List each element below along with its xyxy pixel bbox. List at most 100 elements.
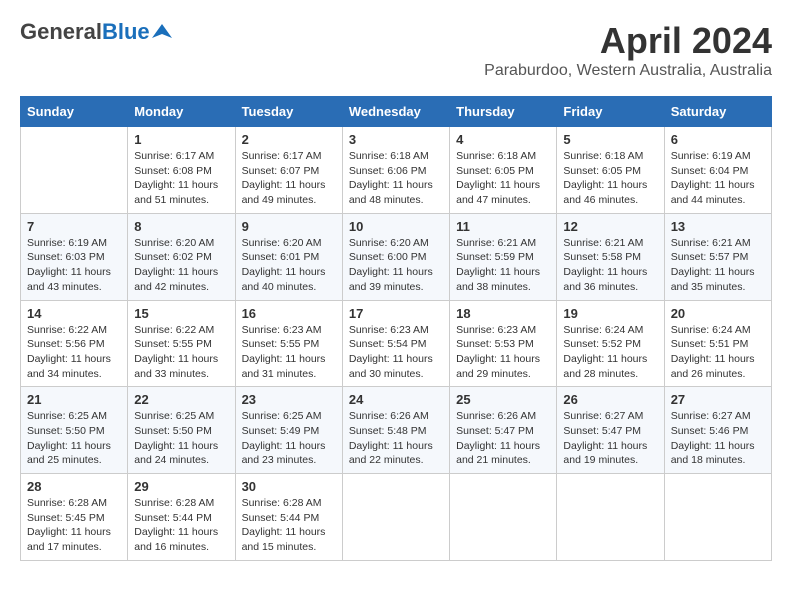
calendar-body: 1 Sunrise: 6:17 AMSunset: 6:08 PMDaylight… [21,127,772,561]
calendar-cell: 26Sunrise: 6:27 AMSunset: 5:47 PMDayligh… [557,387,664,474]
calendar-cell: 27 Sunrise: 6:27 AMSunset: 5:46 PMDayligh… [664,387,771,474]
day-number: 13 [671,219,765,234]
day-info: Sunrise: 6:21 AMSunset: 5:59 PMDaylight:… [456,236,550,295]
day-number: 11 [456,219,550,234]
day-number: 1 [134,132,228,147]
day-info: Sunrise: 6:25 AMSunset: 5:50 PMDaylight:… [27,409,121,468]
calendar-cell: 2 Sunrise: 6:17 AMSunset: 6:07 PMDaylight… [235,127,342,214]
calendar-cell: 22Sunrise: 6:25 AMSunset: 5:50 PMDayligh… [128,387,235,474]
calendar-cell: 21 Sunrise: 6:25 AMSunset: 5:50 PMDayligh… [21,387,128,474]
calendar-week-row: 28 Sunrise: 6:28 AMSunset: 5:45 PMDayligh… [21,474,772,561]
calendar-cell: 5 Sunrise: 6:18 AMSunset: 6:05 PMDaylight… [557,127,664,214]
day-number: 9 [242,219,336,234]
day-number: 20 [671,306,765,321]
day-info: Sunrise: 6:19 AMSunset: 6:03 PMDaylight:… [27,236,121,295]
day-number: 18 [456,306,550,321]
calendar-week-row: 14 Sunrise: 6:22 AMSunset: 5:56 PMDayligh… [21,300,772,387]
day-info: Sunrise: 6:27 AMSunset: 5:46 PMDaylight:… [671,409,765,468]
day-of-week-header: Sunday [21,97,128,127]
day-number: 16 [242,306,336,321]
day-info: Sunrise: 6:18 AMSunset: 6:05 PMDaylight:… [563,149,657,208]
day-number: 5 [563,132,657,147]
day-number: 15 [134,306,228,321]
calendar-cell: 18Sunrise: 6:23 AMSunset: 5:53 PMDayligh… [450,300,557,387]
calendar-cell: 6 Sunrise: 6:19 AMSunset: 6:04 PMDaylight… [664,127,771,214]
day-of-week-header: Tuesday [235,97,342,127]
day-number: 22 [134,392,228,407]
day-info: Sunrise: 6:18 AMSunset: 6:06 PMDaylight:… [349,149,443,208]
day-info: Sunrise: 6:17 AMSunset: 6:07 PMDaylight:… [242,149,336,208]
day-number: 24 [349,392,443,407]
day-number: 12 [563,219,657,234]
day-info: Sunrise: 6:28 AMSunset: 5:44 PMDaylight:… [134,496,228,555]
day-number: 6 [671,132,765,147]
day-info: Sunrise: 6:26 AMSunset: 5:47 PMDaylight:… [456,409,550,468]
days-of-week-row: SundayMondayTuesdayWednesdayThursdayFrid… [21,97,772,127]
calendar-cell: 20 Sunrise: 6:24 AMSunset: 5:51 PMDayligh… [664,300,771,387]
logo-bird-icon [152,22,172,42]
day-info: Sunrise: 6:20 AMSunset: 6:02 PMDaylight:… [134,236,228,295]
calendar-cell: 16 Sunrise: 6:23 AMSunset: 5:55 PMDayligh… [235,300,342,387]
calendar-cell [342,474,449,561]
calendar-cell: 8 Sunrise: 6:20 AMSunset: 6:02 PMDaylight… [128,213,235,300]
calendar-cell [664,474,771,561]
day-of-week-header: Saturday [664,97,771,127]
day-of-week-header: Monday [128,97,235,127]
day-number: 30 [242,479,336,494]
calendar-cell: 3Sunrise: 6:18 AMSunset: 6:06 PMDaylight… [342,127,449,214]
day-of-week-header: Friday [557,97,664,127]
calendar-week-row: 1 Sunrise: 6:17 AMSunset: 6:08 PMDaylight… [21,127,772,214]
calendar-cell: 30Sunrise: 6:28 AMSunset: 5:44 PMDayligh… [235,474,342,561]
calendar-table: SundayMondayTuesdayWednesdayThursdayFrid… [20,96,772,561]
header: GeneralBlue April 2024 Paraburdoo, Weste… [20,20,772,80]
logo-general-text: General [20,19,102,44]
day-number: 21 [27,392,121,407]
month-title: April 2024 [484,20,772,62]
day-info: Sunrise: 6:22 AMSunset: 5:55 PMDaylight:… [134,323,228,382]
day-number: 2 [242,132,336,147]
day-number: 27 [671,392,765,407]
calendar-cell: 10 Sunrise: 6:20 AMSunset: 6:00 PMDayligh… [342,213,449,300]
day-info: Sunrise: 6:23 AMSunset: 5:54 PMDaylight:… [349,323,443,382]
calendar-cell [557,474,664,561]
day-info: Sunrise: 6:24 AMSunset: 5:52 PMDaylight:… [563,323,657,382]
day-number: 10 [349,219,443,234]
day-info: Sunrise: 6:25 AMSunset: 5:49 PMDaylight:… [242,409,336,468]
day-info: Sunrise: 6:20 AMSunset: 6:00 PMDaylight:… [349,236,443,295]
day-of-week-header: Thursday [450,97,557,127]
day-info: Sunrise: 6:28 AMSunset: 5:45 PMDaylight:… [27,496,121,555]
day-number: 14 [27,306,121,321]
calendar-cell: 17Sunrise: 6:23 AMSunset: 5:54 PMDayligh… [342,300,449,387]
calendar-cell: 15 Sunrise: 6:22 AMSunset: 5:55 PMDayligh… [128,300,235,387]
day-number: 28 [27,479,121,494]
day-info: Sunrise: 6:20 AMSunset: 6:01 PMDaylight:… [242,236,336,295]
day-number: 29 [134,479,228,494]
calendar-cell: 13 Sunrise: 6:21 AMSunset: 5:57 PMDayligh… [664,213,771,300]
calendar-cell: 9 Sunrise: 6:20 AMSunset: 6:01 PMDaylight… [235,213,342,300]
day-info: Sunrise: 6:22 AMSunset: 5:56 PMDaylight:… [27,323,121,382]
calendar-cell: 23 Sunrise: 6:25 AMSunset: 5:49 PMDayligh… [235,387,342,474]
day-number: 4 [456,132,550,147]
day-number: 8 [134,219,228,234]
calendar-cell: 12 Sunrise: 6:21 AMSunset: 5:58 PMDayligh… [557,213,664,300]
day-number: 19 [563,306,657,321]
day-number: 25 [456,392,550,407]
calendar-cell: 25 Sunrise: 6:26 AMSunset: 5:47 PMDayligh… [450,387,557,474]
day-info: Sunrise: 6:21 AMSunset: 5:57 PMDaylight:… [671,236,765,295]
day-info: Sunrise: 6:21 AMSunset: 5:58 PMDaylight:… [563,236,657,295]
logo: GeneralBlue [20,20,172,44]
day-info: Sunrise: 6:24 AMSunset: 5:51 PMDaylight:… [671,323,765,382]
calendar-cell: 24 Sunrise: 6:26 AMSunset: 5:48 PMDayligh… [342,387,449,474]
calendar-cell [21,127,128,214]
day-info: Sunrise: 6:19 AMSunset: 6:04 PMDaylight:… [671,149,765,208]
day-number: 23 [242,392,336,407]
calendar-cell: 19 Sunrise: 6:24 AMSunset: 5:52 PMDayligh… [557,300,664,387]
calendar-cell [450,474,557,561]
day-info: Sunrise: 6:23 AMSunset: 5:55 PMDaylight:… [242,323,336,382]
calendar-cell: 4Sunrise: 6:18 AMSunset: 6:05 PMDaylight… [450,127,557,214]
calendar-cell: 28 Sunrise: 6:28 AMSunset: 5:45 PMDayligh… [21,474,128,561]
day-info: Sunrise: 6:26 AMSunset: 5:48 PMDaylight:… [349,409,443,468]
location-subtitle: Paraburdoo, Western Australia, Australia [484,62,772,80]
calendar-header: SundayMondayTuesdayWednesdayThursdayFrid… [21,97,772,127]
day-info: Sunrise: 6:17 AMSunset: 6:08 PMDaylight:… [134,149,228,208]
